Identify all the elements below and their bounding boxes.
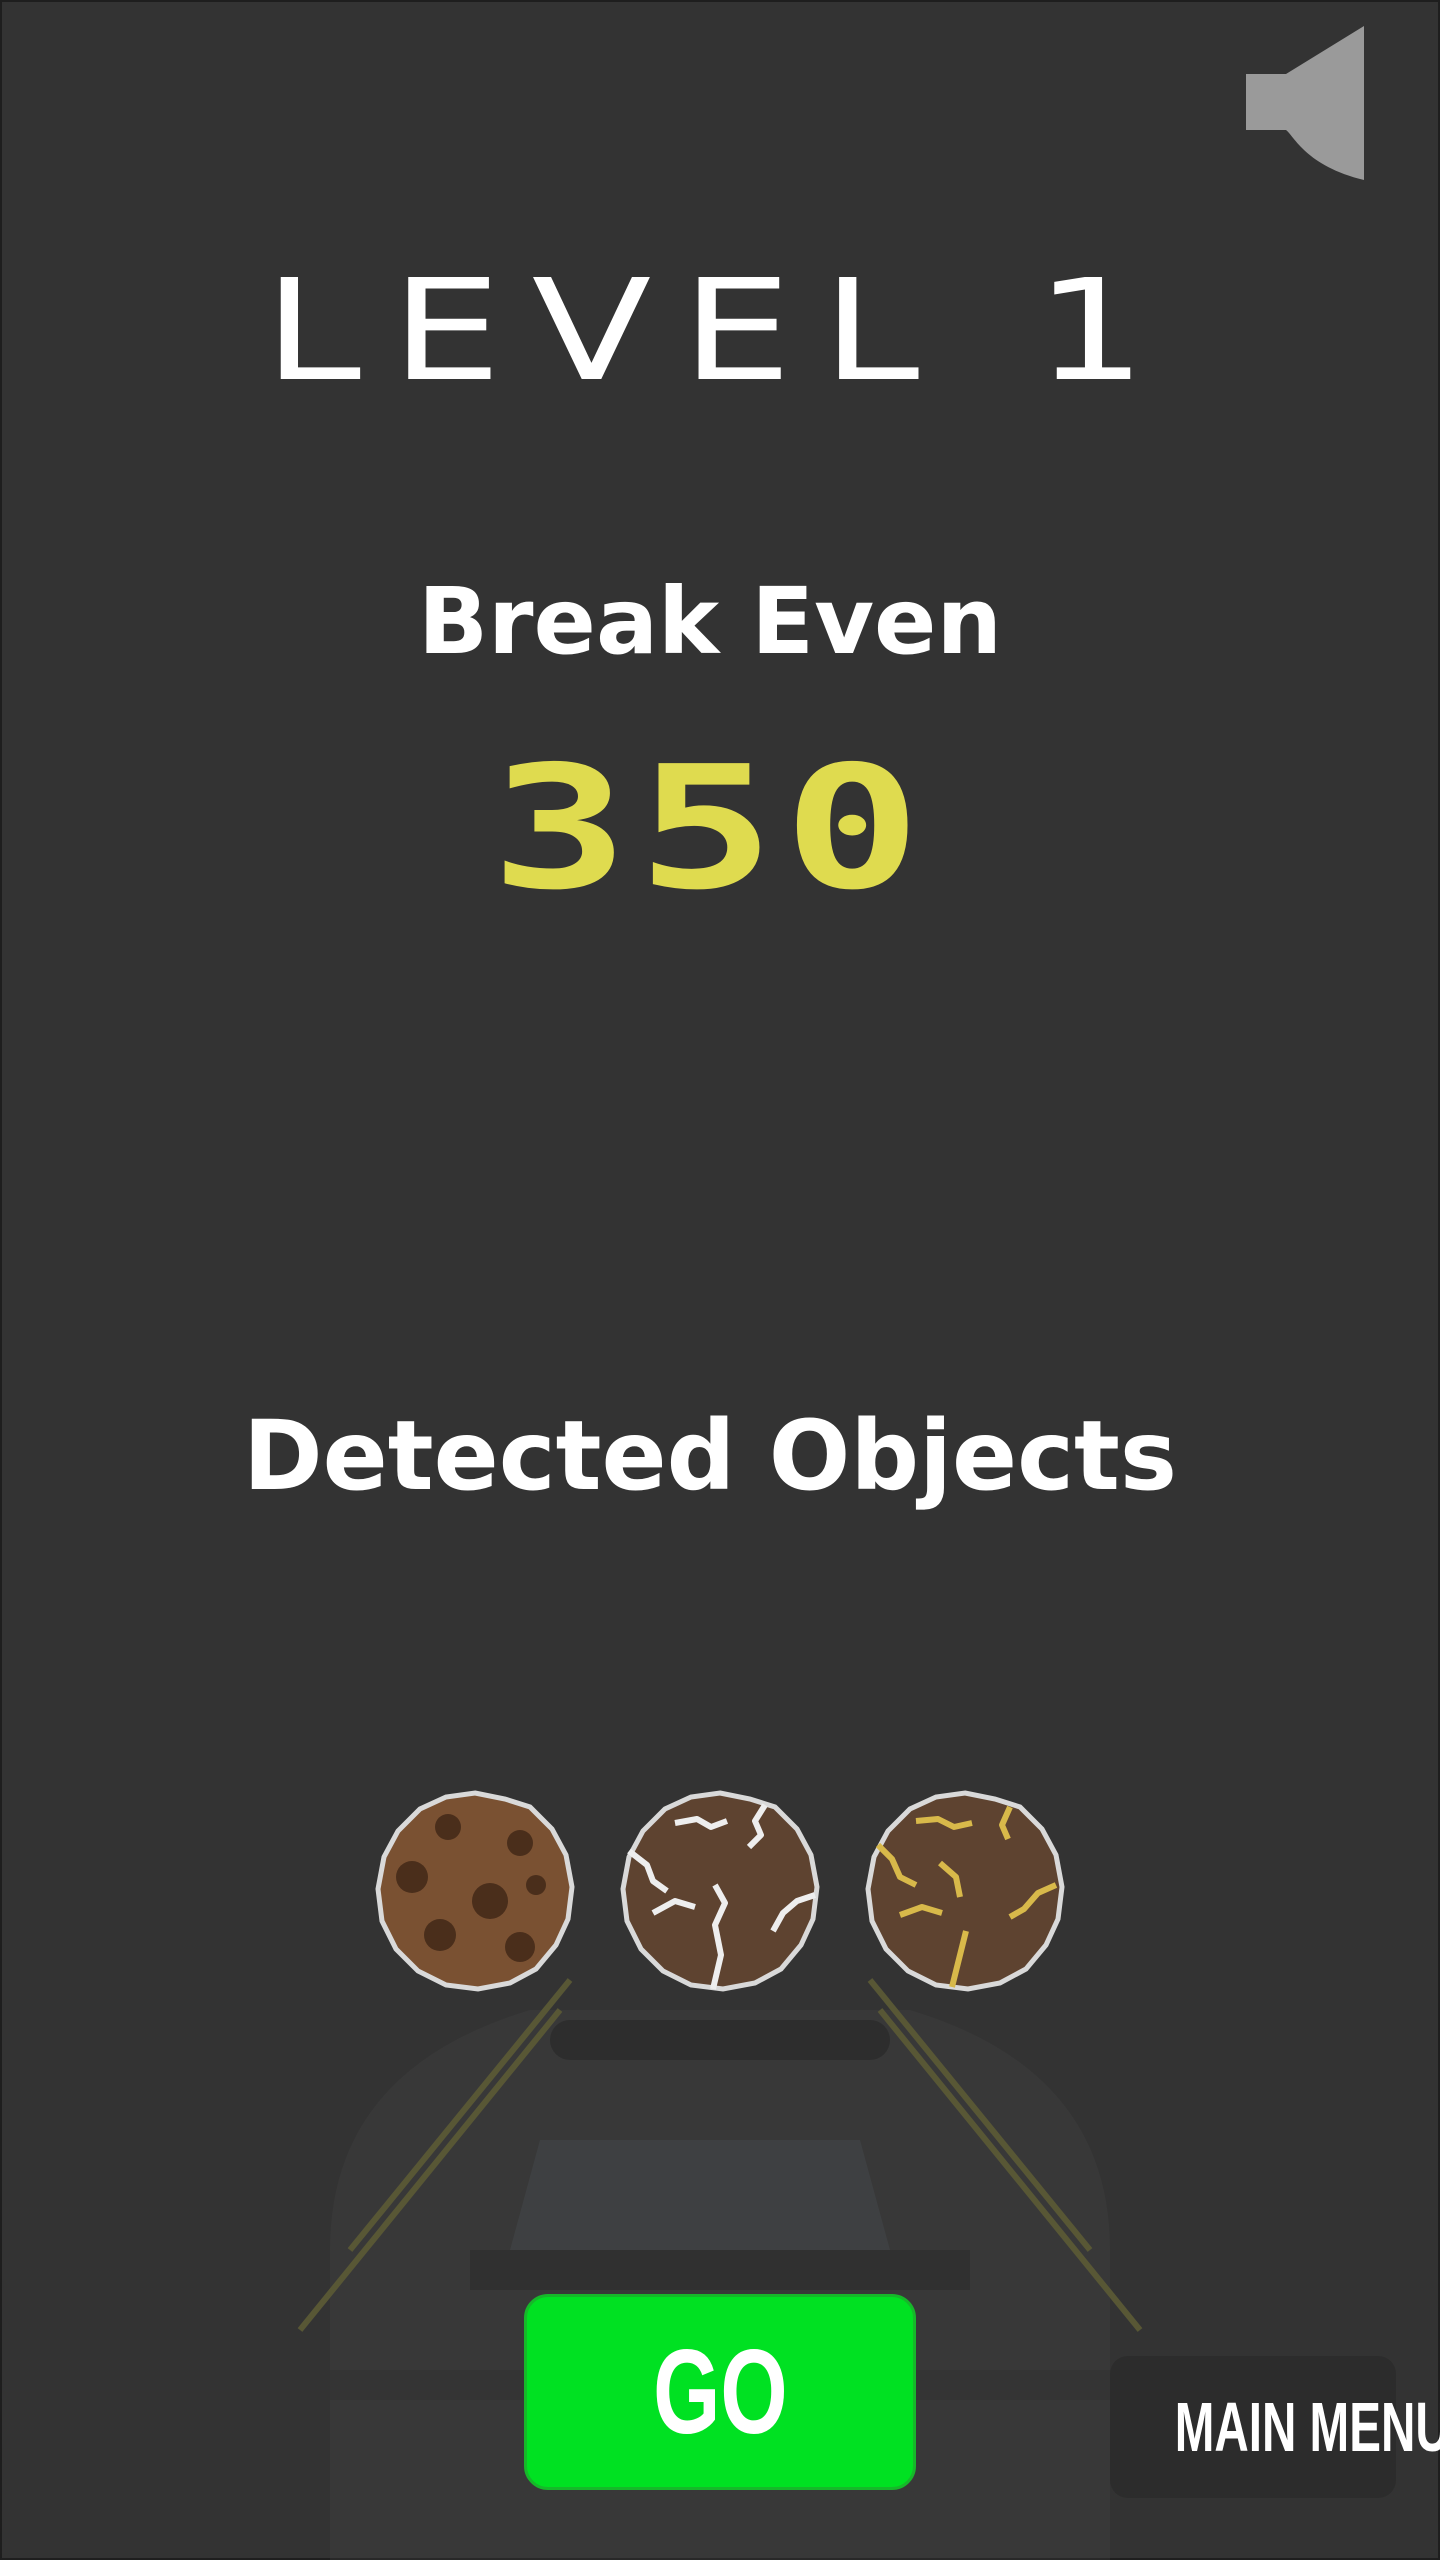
cracked-rock-gold-icon bbox=[865, 1790, 1065, 1992]
go-button[interactable]: GO bbox=[524, 2294, 916, 2490]
main-menu-button[interactable]: MAIN MENU bbox=[1110, 2356, 1440, 2498]
cracked-rock-white-icon bbox=[620, 1790, 820, 1992]
break-even-value: 350 bbox=[490, 730, 930, 928]
level-title: LEVEL 1 bbox=[263, 250, 1177, 413]
detected-objects-row bbox=[370, 1785, 1070, 1995]
go-button-label: GO bbox=[652, 2325, 788, 2459]
speaker-icon[interactable] bbox=[1246, 26, 1366, 180]
break-even-label: Break Even bbox=[418, 568, 1002, 675]
main-menu-label: MAIN MENU bbox=[1174, 2388, 1440, 2466]
detected-objects-label: Detected Objects bbox=[242, 1400, 1178, 1512]
chocolate-chip-cookie-icon bbox=[375, 1790, 575, 1992]
